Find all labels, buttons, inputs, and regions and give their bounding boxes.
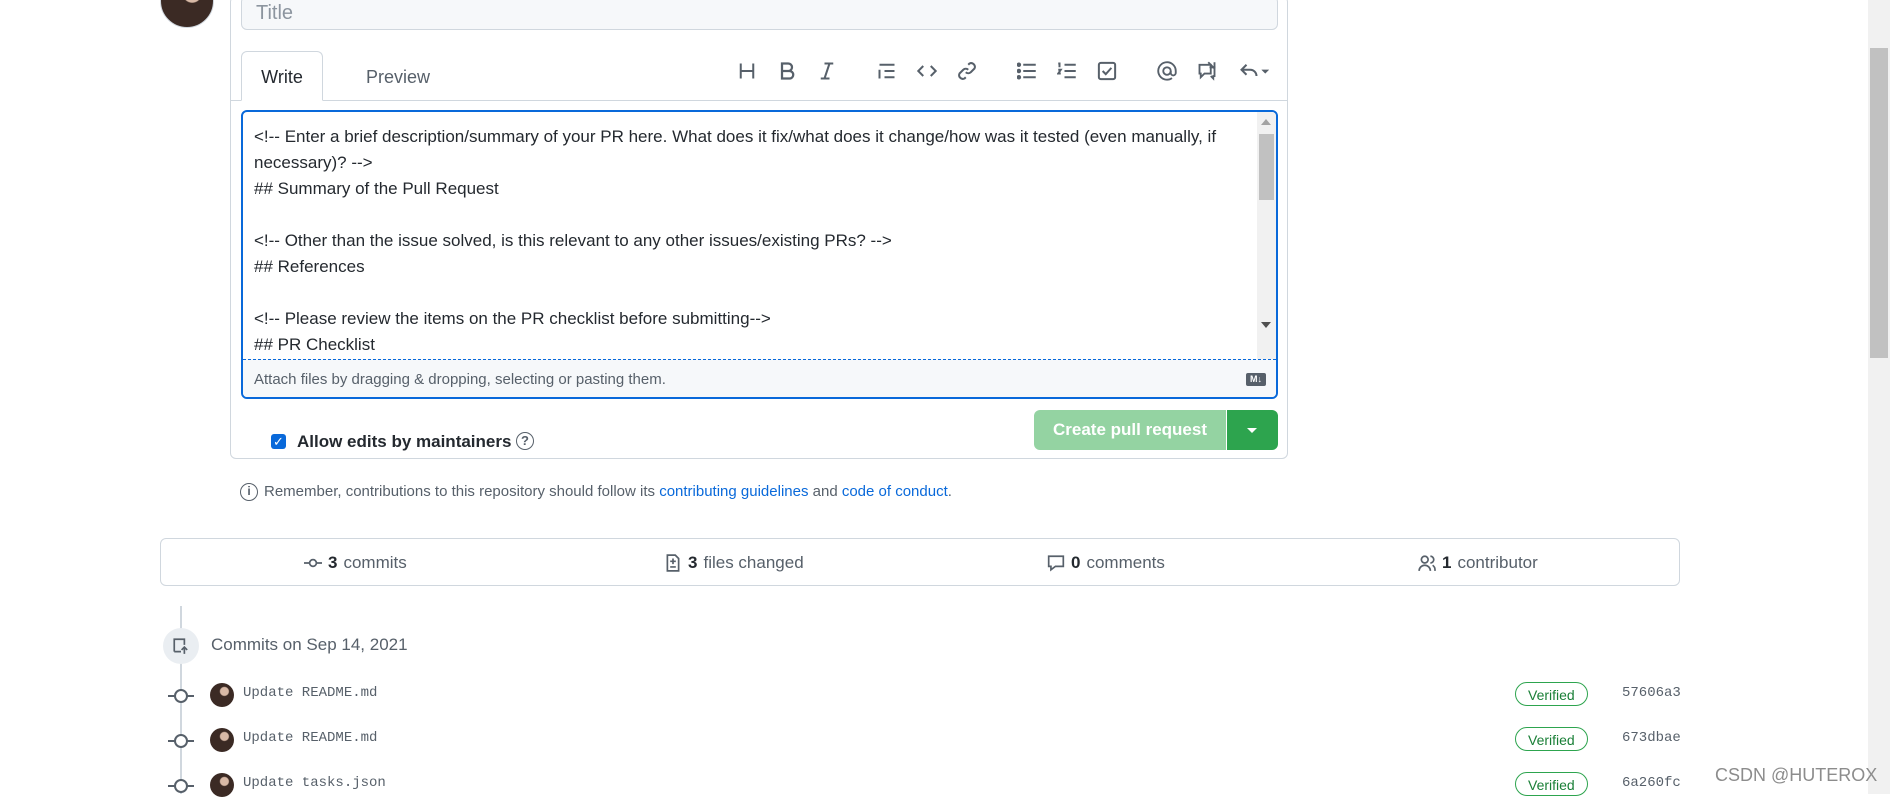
commit-message-link[interactable]: Update README.md [243, 685, 377, 701]
markdown-icon[interactable]: M↓ [1246, 373, 1266, 386]
commit-author-avatar[interactable] [210, 728, 234, 752]
commit-row: Update README.md Verified 57606a3 [168, 681, 1681, 711]
bold-icon[interactable] [774, 58, 800, 84]
stat-contributors[interactable]: 1 contributor [1418, 539, 1538, 587]
italic-icon[interactable] [814, 58, 840, 84]
pr-title-input[interactable]: Title [241, 0, 1278, 30]
commits-label: commits [343, 553, 407, 572]
pr-body-textarea[interactable]: <!-- Enter a brief description/summary o… [254, 124, 1254, 358]
contribution-notice: Remember, contributions to this reposito… [264, 482, 952, 502]
commit-message-link[interactable]: Update tasks.json [243, 775, 386, 791]
allow-edits-label[interactable]: Allow edits by maintainers [297, 431, 511, 453]
reference-icon[interactable] [1194, 58, 1220, 84]
verified-badge[interactable]: Verified [1515, 727, 1588, 751]
ordered-list-icon[interactable] [1054, 58, 1080, 84]
people-icon [1418, 555, 1436, 572]
allow-edits-checkbox[interactable]: ✓ [271, 434, 286, 449]
tab-preview[interactable]: Preview [343, 51, 453, 101]
repo-push-icon [163, 628, 199, 664]
commit-sha-link[interactable]: 673dbae [1622, 730, 1681, 746]
commit-author-avatar[interactable] [210, 683, 234, 707]
pr-body-editor[interactable]: <!-- Enter a brief description/summary o… [241, 110, 1278, 399]
create-pr-dropdown-button[interactable] [1227, 410, 1278, 450]
reply-icon[interactable] [1234, 58, 1274, 84]
heading-icon[interactable] [734, 58, 760, 84]
commit-node-icon [168, 734, 194, 748]
watermark: CSDN @HUTEROX [1715, 765, 1878, 785]
stat-comments[interactable]: 0 comments [1047, 539, 1165, 587]
stat-commits[interactable]: 3 commits [304, 539, 407, 587]
link-icon[interactable] [954, 58, 980, 84]
tab-write[interactable]: Write [241, 51, 323, 101]
stat-files-changed[interactable]: 3 files changed [664, 539, 804, 587]
editor-scrollbar[interactable] [1257, 112, 1276, 359]
unordered-list-icon[interactable] [1014, 58, 1040, 84]
commit-row: Update tasks.json Verified 6a260fc [168, 771, 1681, 801]
commit-sha-link[interactable]: 6a260fc [1622, 775, 1681, 791]
verified-badge[interactable]: Verified [1515, 772, 1588, 796]
commit-node-icon [168, 689, 194, 703]
commits-date-heading: Commits on Sep 14, 2021 [211, 635, 408, 654]
question-icon[interactable]: ? [516, 432, 534, 450]
comments-label: comments [1086, 553, 1165, 572]
comment-icon [1047, 555, 1065, 572]
mention-icon[interactable] [1154, 58, 1180, 84]
notice-suffix: . [947, 483, 952, 500]
code-icon[interactable] [914, 58, 940, 84]
notice-middle: and [808, 483, 842, 500]
files-label: files changed [703, 553, 804, 572]
commit-author-avatar[interactable] [210, 773, 234, 797]
scroll-down-arrow[interactable] [1261, 322, 1271, 328]
info-icon: i [240, 483, 258, 501]
create-pull-request-button[interactable]: Create pull request [1034, 410, 1226, 450]
commit-sha-link[interactable]: 57606a3 [1622, 685, 1681, 701]
attach-files-text: Attach files by dragging & dropping, sel… [254, 371, 666, 388]
page-scroll-thumb[interactable] [1870, 48, 1888, 358]
contributing-guidelines-link[interactable]: contributing guidelines [659, 483, 808, 500]
notice-prefix: Remember, contributions to this reposito… [264, 483, 660, 500]
scroll-thumb[interactable] [1259, 134, 1274, 200]
comments-count: 0 [1071, 553, 1081, 572]
attach-files-bar[interactable]: Attach files by dragging & dropping, sel… [243, 359, 1276, 397]
task-list-icon[interactable] [1094, 58, 1120, 84]
verified-badge[interactable]: Verified [1515, 682, 1588, 706]
contributors-label: contributor [1457, 553, 1538, 572]
page-scrollbar[interactable] [1868, 0, 1890, 794]
pr-stats-bar: 3 commits 3 files changed 0 comments 1 contr… [160, 538, 1680, 586]
commit-message-link[interactable]: Update README.md [243, 730, 377, 746]
quote-icon[interactable] [874, 58, 900, 84]
files-count: 3 [688, 553, 698, 572]
code-of-conduct-link[interactable]: code of conduct [842, 483, 948, 500]
contributors-count: 1 [1442, 553, 1452, 572]
author-avatar[interactable] [160, 0, 214, 28]
scroll-up-arrow[interactable] [1261, 119, 1271, 125]
file-diff-icon [666, 554, 680, 572]
commits-count: 3 [328, 553, 338, 572]
commit-icon [304, 558, 322, 568]
commit-row: Update README.md Verified 673dbae [168, 726, 1681, 756]
commit-node-icon [168, 779, 194, 793]
